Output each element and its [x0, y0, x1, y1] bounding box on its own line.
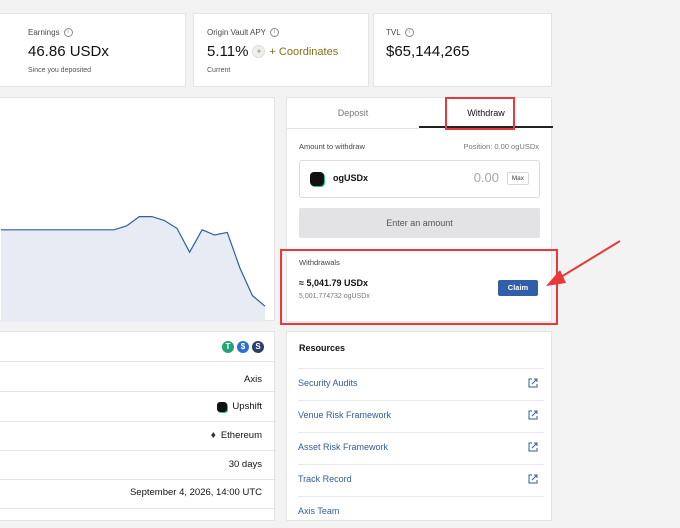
divider — [0, 361, 276, 362]
token-name: ogUSDx — [333, 173, 369, 183]
resources-title: Resources — [299, 343, 346, 353]
network-value: Ethereum — [220, 430, 262, 441]
detail-row-period: 30 days — [229, 459, 262, 470]
usdc-icon: $ — [237, 341, 249, 353]
detail-row-network: ♦ Ethereum — [211, 430, 262, 441]
external-link-icon — [528, 474, 538, 484]
max-button[interactable]: Max — [506, 172, 529, 185]
protocol-value: Upshift — [232, 401, 262, 412]
resource-item-asset-risk[interactable]: Asset Risk Framework — [298, 432, 544, 464]
tvl-label-row: TVL i — [386, 28, 414, 37]
resource-label: Axis Team — [298, 506, 340, 516]
tab-deposit[interactable]: Deposit — [287, 98, 419, 129]
detail-row-curator: Axis — [244, 374, 262, 385]
tvl-value: $65,144,265 — [386, 43, 470, 60]
resource-item-venue-risk[interactable]: Venue Risk Framework — [298, 400, 544, 432]
divider — [0, 421, 276, 422]
tvl-card: TVL i $65,144,265 — [373, 13, 552, 87]
tether-icon: T — [222, 341, 234, 353]
sky-icon: S — [252, 341, 264, 353]
external-link-icon — [528, 442, 538, 452]
resource-item-track-record[interactable]: Track Record — [298, 464, 544, 496]
divider — [0, 508, 276, 509]
apy-label-row: Origin Vault APY i — [207, 28, 279, 37]
detail-row-date: September 4, 2026, 14:00 UTC — [130, 487, 262, 498]
external-link-icon — [528, 378, 538, 388]
resource-item-axis-team[interactable]: Axis Team — [298, 496, 544, 528]
external-link-icon — [528, 410, 538, 420]
resources-card: Resources Security Audits Venue Risk Fra… — [286, 331, 552, 521]
detail-row-protocol: Upshift — [217, 401, 262, 412]
enter-amount-label: Enter an amount — [386, 218, 453, 228]
resource-label: Venue Risk Framework — [298, 410, 392, 420]
enter-amount-button[interactable]: Enter an amount — [299, 208, 540, 238]
apy-value: 5.11% — [207, 43, 249, 60]
sparkle-icon: ✦ — [252, 45, 266, 58]
annotation-box-withdraw-tab — [445, 97, 515, 130]
resource-label: Security Audits — [298, 378, 358, 388]
curator-value: Axis — [244, 374, 262, 385]
tab-deposit-label: Deposit — [337, 108, 369, 118]
tvl-label: TVL — [386, 28, 401, 37]
apy-chart — [1, 215, 266, 322]
period-value: 30 days — [228, 459, 262, 470]
resource-label: Track Record — [298, 474, 352, 484]
amount-input[interactable]: 0.00 — [474, 170, 499, 185]
divider — [0, 479, 276, 480]
info-icon[interactable]: i — [270, 28, 279, 37]
earnings-card: Earnings i 46.86 USDx Since you deposite… — [0, 13, 186, 87]
apy-card: Origin Vault APY i 5.11% ✦ + Coordinates… — [193, 13, 369, 87]
resource-item-security-audits[interactable]: Security Audits — [298, 368, 544, 400]
annotation-box-withdrawals — [280, 249, 558, 325]
earnings-label-row: Earnings i — [28, 28, 73, 37]
earnings-label: Earnings — [28, 28, 60, 37]
info-icon[interactable]: i — [404, 28, 414, 37]
apy-value-row: 5.11% ✦ + Coordinates — [207, 43, 338, 60]
ethereum-icon: ♦ — [210, 430, 216, 441]
coordinates-link[interactable]: + Coordinates — [269, 46, 338, 58]
chart-card — [0, 97, 275, 322]
upshift-icon — [217, 401, 228, 412]
resource-label: Asset Risk Framework — [298, 442, 389, 452]
divider — [0, 391, 276, 392]
apy-sub: Current — [207, 67, 231, 74]
badge-icons: T $ S — [222, 341, 264, 353]
details-card: T $ S Axis Upshift ♦ Ethereum 30 days Se… — [0, 331, 276, 521]
amount-input-box[interactable]: ogUSDx 0.00 Max — [299, 160, 540, 198]
info-icon[interactable]: i — [63, 28, 73, 37]
date-value: September 4, 2026, 14:00 UTC — [129, 487, 262, 498]
apy-label: Origin Vault APY — [207, 28, 266, 37]
earnings-sub: Since you deposited — [28, 67, 92, 74]
amount-label: Amount to withdraw — [299, 142, 365, 151]
ogusdx-token-icon — [310, 172, 324, 186]
divider — [0, 450, 276, 451]
position-text: Position: 0.00 ogUSDx — [463, 142, 539, 151]
earnings-value: 46.86 USDx — [28, 43, 109, 60]
